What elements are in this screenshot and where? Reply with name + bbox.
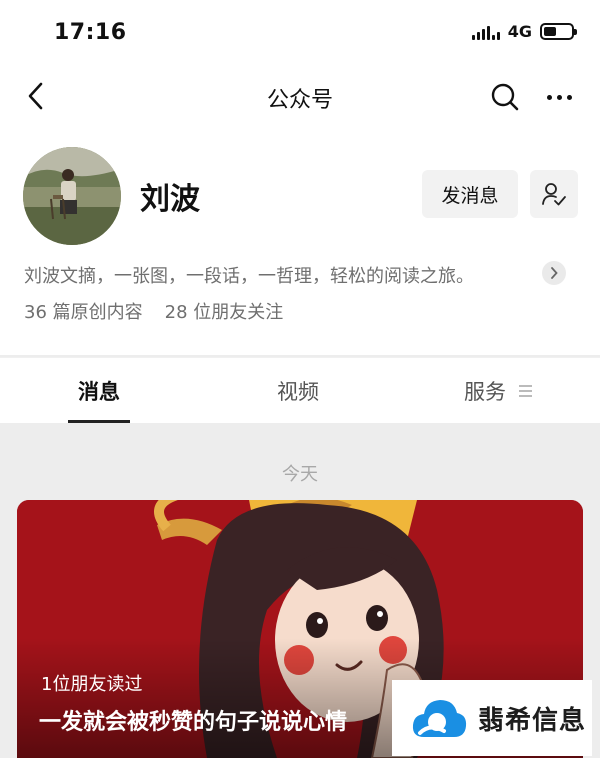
- original-count[interactable]: 36 篇原创内容: [24, 298, 143, 324]
- account-profile: 刘波 发消息 刘波文摘，一张图，一段话，一哲理，轻松的阅读之旅。 36 篇原创内…: [0, 130, 600, 355]
- status-bar: 17:16 4G: [0, 0, 600, 64]
- network-type: 4G: [507, 22, 532, 41]
- send-message-button[interactable]: 发消息: [422, 170, 518, 218]
- chevron-right-icon[interactable]: [542, 261, 566, 285]
- nav-bar: 公众号: [0, 64, 600, 130]
- friends-read-count: 1位朋友读过: [41, 674, 143, 695]
- user-check-icon[interactable]: [530, 170, 578, 218]
- menu-icon[interactable]: [519, 385, 532, 400]
- friends-following[interactable]: 28 位朋友关注: [165, 298, 284, 324]
- cloud-logo-icon: [412, 700, 467, 737]
- tab-videos[interactable]: 视频: [277, 376, 319, 406]
- tab-services[interactable]: 服务: [464, 376, 506, 406]
- account-stats: 36 篇原创内容 28 位朋友关注: [24, 298, 283, 324]
- watermark: 翡希信息: [392, 680, 592, 756]
- account-name: 刘波: [140, 182, 200, 217]
- more-dots-icon[interactable]: [542, 80, 576, 114]
- date-label: 今天: [282, 464, 318, 485]
- account-description: 刘波文摘，一张图，一段话，一哲理，轻松的阅读之旅。: [24, 266, 474, 287]
- avatar[interactable]: [23, 147, 121, 245]
- article-title[interactable]: 一发就会被秒赞的句子说说心情: [39, 704, 347, 736]
- signal-icon: [471, 24, 500, 40]
- tab-messages[interactable]: 消息: [78, 376, 120, 406]
- tab-bar: 消息 视频 服务: [0, 357, 600, 423]
- watermark-text: 翡希信息: [478, 705, 587, 736]
- active-tab-indicator: [68, 420, 130, 423]
- search-icon[interactable]: [488, 80, 522, 114]
- status-indicators: 4G: [471, 22, 577, 41]
- battery-icon: [540, 23, 577, 40]
- status-time: 17:16: [54, 20, 127, 45]
